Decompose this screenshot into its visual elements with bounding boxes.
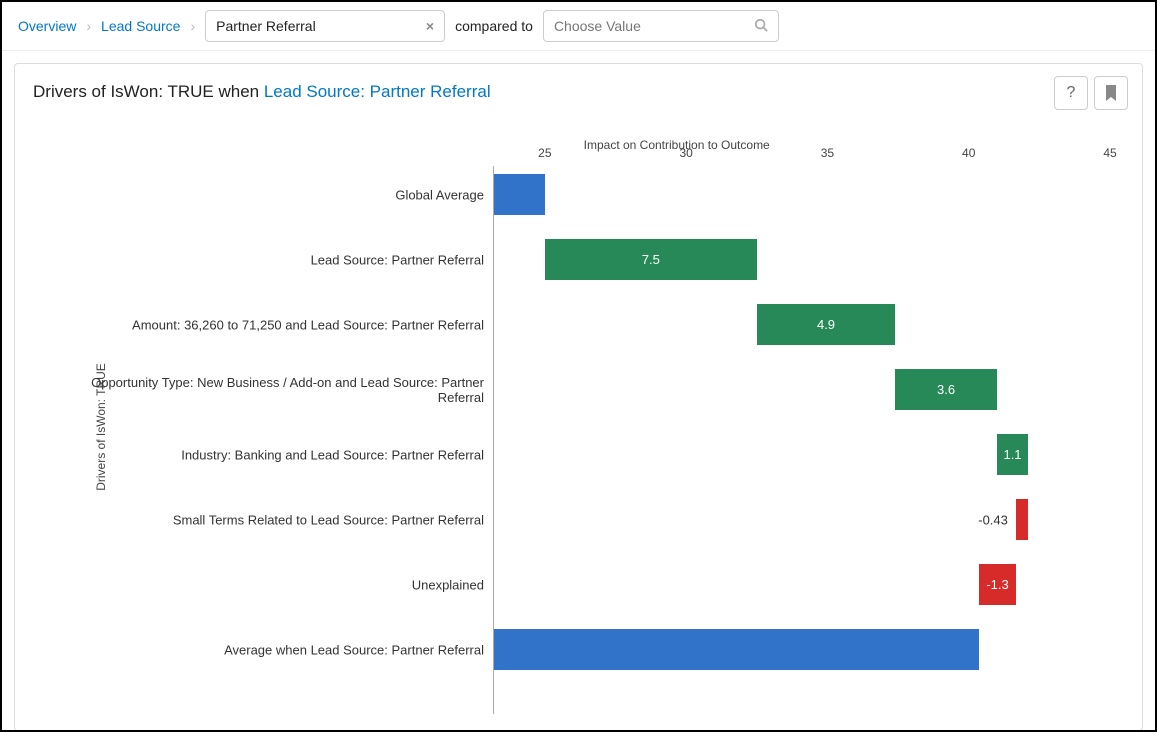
x-axis-label: Impact on Contribution to Outcome xyxy=(584,138,770,152)
row-label: Small Terms Related to Lead Source: Part… xyxy=(64,512,494,527)
x-tick: 35 xyxy=(821,146,834,160)
bar-segment[interactable]: 3.6 xyxy=(895,369,997,410)
chart-row: Amount: 36,260 to 71,250 and Lead Source… xyxy=(494,302,1110,347)
chart-row: Unexplained-1.3 xyxy=(494,562,1110,607)
chart-row: Global Average xyxy=(494,172,1110,217)
row-label: Opportunity Type: New Business / Add-on … xyxy=(64,375,494,405)
x-tick: 30 xyxy=(679,146,692,160)
panel-title-link[interactable]: Lead Source: Partner Referral xyxy=(264,82,491,101)
question-icon: ? xyxy=(1067,84,1076,102)
bar-segment[interactable]: 4.9 xyxy=(757,304,895,345)
chart-area: Drivers of IsWon: TRUE Impact on Contrib… xyxy=(33,134,1124,720)
row-label: Global Average xyxy=(64,187,494,202)
chart-row: Opportunity Type: New Business / Add-on … xyxy=(494,367,1110,412)
compared-to-label: compared to xyxy=(455,18,533,34)
help-button[interactable]: ? xyxy=(1054,76,1088,110)
chart-row: Lead Source: Partner Referral7.5 xyxy=(494,237,1110,282)
bookmark-button[interactable] xyxy=(1094,76,1128,110)
compare-value-input[interactable]: Choose Value xyxy=(543,10,779,42)
chart-row: Industry: Banking and Lead Source: Partn… xyxy=(494,432,1110,477)
bar-segment[interactable]: 1.1 xyxy=(997,434,1028,475)
plot-region: 2530354045Global AverageLead Source: Par… xyxy=(493,166,1110,714)
row-label: Unexplained xyxy=(64,577,494,592)
bar-segment[interactable]: 7.5 xyxy=(545,239,757,280)
x-tick: 40 xyxy=(962,146,975,160)
bar-segment[interactable] xyxy=(1016,499,1028,540)
search-icon xyxy=(754,18,768,35)
drivers-panel: Drivers of IsWon: TRUE when Lead Source:… xyxy=(14,63,1143,731)
breadcrumb-overview[interactable]: Overview xyxy=(18,18,76,34)
row-label: Amount: 36,260 to 71,250 and Lead Source… xyxy=(64,317,494,332)
breadcrumb-leadsource[interactable]: Lead Source xyxy=(101,18,180,34)
bar-segment[interactable] xyxy=(494,629,979,670)
chevron-right-icon: › xyxy=(190,18,195,34)
top-bar: Overview › Lead Source › Partner Referra… xyxy=(2,2,1155,51)
chart-row: Average when Lead Source: Partner Referr… xyxy=(494,627,1110,672)
app-window: Overview › Lead Source › Partner Referra… xyxy=(0,0,1157,732)
x-tick: 45 xyxy=(1103,146,1116,160)
bookmark-icon xyxy=(1104,85,1118,101)
bar-segment[interactable] xyxy=(494,174,545,215)
chevron-right-icon: › xyxy=(86,18,91,34)
selected-value-pill[interactable]: Partner Referral × xyxy=(205,10,445,42)
selected-value-text: Partner Referral xyxy=(216,18,316,34)
compare-placeholder: Choose Value xyxy=(554,18,641,34)
panel-title-prefix: Drivers of IsWon: TRUE when xyxy=(33,82,264,101)
chart-row: Small Terms Related to Lead Source: Part… xyxy=(494,497,1110,542)
bar-segment[interactable]: -1.3 xyxy=(979,564,1016,605)
bar-value-label: -0.43 xyxy=(978,512,1008,527)
x-tick: 25 xyxy=(538,146,551,160)
row-label: Average when Lead Source: Partner Referr… xyxy=(64,642,494,657)
panel-action-buttons: ? xyxy=(1054,76,1128,110)
panel-title: Drivers of IsWon: TRUE when Lead Source:… xyxy=(33,82,1124,102)
clear-icon[interactable]: × xyxy=(426,18,434,34)
row-label: Industry: Banking and Lead Source: Partn… xyxy=(64,447,494,462)
row-label: Lead Source: Partner Referral xyxy=(64,252,494,267)
